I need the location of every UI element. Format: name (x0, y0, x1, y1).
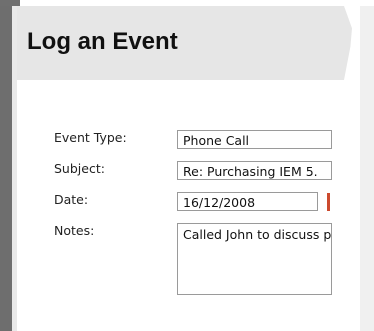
notes-field[interactable]: Called John to discuss p (177, 223, 332, 295)
subject-label: Subject: (54, 161, 105, 176)
dialog-header: Log an Event (17, 6, 360, 80)
header-edge-shape (344, 6, 360, 80)
window-right-frame (360, 6, 374, 331)
notes-label: Notes: (54, 223, 95, 238)
window-left-frame (0, 6, 12, 331)
date-field[interactable]: 16/12/2008 (177, 192, 318, 211)
event-type-label: Event Type: (54, 130, 127, 145)
log-event-dialog: Log an Event Event Type: Phone Call Subj… (17, 6, 360, 331)
dialog-title: Log an Event (27, 28, 178, 55)
calendar-icon[interactable] (327, 193, 330, 211)
date-label: Date: (54, 192, 89, 207)
event-type-field[interactable]: Phone Call (177, 130, 332, 149)
subject-field[interactable]: Re: Purchasing IEM 5. (177, 161, 332, 180)
